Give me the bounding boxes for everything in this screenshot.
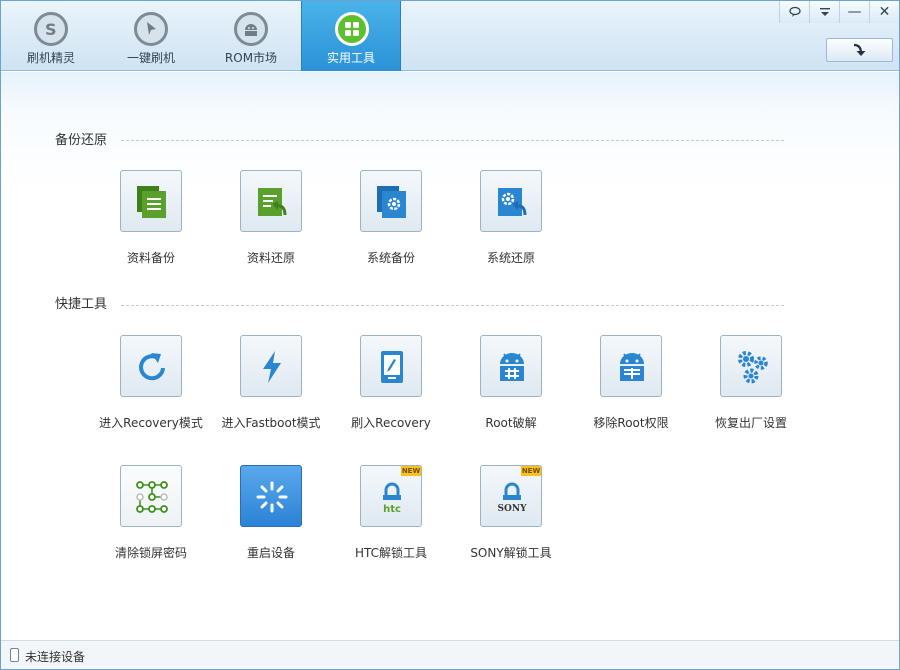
- return-arrow-icon: [853, 43, 865, 56]
- app-window: S 刷机精灵 一键刷机 ROM市场 实用工具 — ✕ 备份还原 资料备份 资料还…: [0, 0, 900, 670]
- tool-label: 清除锁屏密码: [114, 546, 187, 560]
- menu-button[interactable]: [809, 1, 839, 23]
- tool-system-backup[interactable]: 系统备份: [331, 170, 451, 266]
- tool-label: 进入Recovery模式: [99, 416, 203, 430]
- minimize-button[interactable]: —: [839, 1, 869, 23]
- top-navigation-bar: S 刷机精灵 一键刷机 ROM市场 实用工具 — ✕: [1, 1, 899, 71]
- section-divider: [121, 305, 784, 306]
- tool-icon-box: [360, 170, 422, 232]
- tool-label: 刷入Recovery: [351, 416, 431, 430]
- tool-label: 系统备份: [366, 251, 415, 265]
- tool-factory-reset[interactable]: 恢复出厂设置: [691, 335, 811, 431]
- tool-htc-unlock[interactable]: NEW htc HTC解锁工具: [331, 465, 451, 561]
- connection-status: 未连接设备: [25, 650, 86, 664]
- tool-root[interactable]: Root破解: [451, 335, 571, 431]
- tool-icon-box: [480, 335, 542, 397]
- cursor-icon: [134, 12, 168, 46]
- tab-utility-tools[interactable]: 实用工具: [301, 1, 401, 71]
- sony-lock-icon: SONY: [498, 482, 528, 514]
- sony-logo: SONY: [498, 504, 528, 514]
- gears-icon: [738, 351, 768, 384]
- tool-label: SONY解锁工具: [470, 546, 552, 560]
- tool-icon-box: NEW SONY: [480, 465, 542, 527]
- section-divider: [121, 140, 784, 141]
- android-root-icon: [500, 353, 524, 381]
- htc-logo: htc: [383, 504, 401, 515]
- android-icon: [234, 12, 268, 46]
- svg-text:S: S: [45, 20, 57, 39]
- tool-icon-box: [480, 170, 542, 232]
- loading-icon: [256, 481, 288, 513]
- feedback-button[interactable]: [779, 1, 809, 23]
- tool-enter-fastboot[interactable]: 进入Fastboot模式: [211, 335, 331, 431]
- tool-label: 系统还原: [486, 251, 535, 265]
- tab-one-click-flash[interactable]: 一键刷机: [101, 1, 201, 71]
- tool-icon-box: [120, 170, 182, 232]
- main-content: 备份还原 资料备份 资料还原 系统备份 系统还原 快捷工具 进入Recovery…: [1, 72, 899, 640]
- tab-flash-wizard[interactable]: S 刷机精灵: [1, 1, 101, 71]
- tool-label: Root破解: [485, 416, 537, 430]
- tool-remove-root[interactable]: 移除Root权限: [571, 335, 691, 431]
- tab-label: 一键刷机: [126, 51, 175, 65]
- data-restore-icon: [258, 188, 287, 216]
- tool-enter-recovery[interactable]: 进入Recovery模式: [91, 335, 211, 431]
- tool-label: 恢复出厂设置: [714, 416, 787, 430]
- tab-label: 刷机精灵: [26, 51, 75, 65]
- data-backup-icon: [137, 186, 166, 218]
- tool-icon-box: [360, 335, 422, 397]
- shield-s-icon: S: [34, 12, 68, 46]
- tool-icon-box: NEW htc: [360, 465, 422, 527]
- section-title-quick-tools: 快捷工具: [55, 297, 108, 312]
- status-bar: 未连接设备: [1, 640, 899, 669]
- tool-label: 进入Fastboot模式: [221, 416, 321, 430]
- system-restore-icon: [498, 188, 527, 216]
- tool-reboot-device[interactable]: 重启设备: [211, 465, 331, 561]
- tool-flash-recovery[interactable]: 刷入Recovery: [331, 335, 451, 431]
- flash-phone-icon: [381, 351, 403, 383]
- tool-label: 资料备份: [126, 251, 175, 265]
- section-title-backup-restore: 备份还原: [55, 133, 108, 148]
- new-badge: NEW: [401, 466, 421, 476]
- tab-label: ROM市场: [224, 51, 278, 65]
- tool-data-backup[interactable]: 资料备份: [91, 170, 211, 266]
- refresh-icon: [139, 353, 165, 381]
- tool-icon-box: [120, 465, 182, 527]
- tab-label: 实用工具: [326, 51, 375, 65]
- htc-lock-icon: htc: [383, 482, 401, 515]
- tool-label: 资料还原: [246, 251, 295, 265]
- tool-data-restore[interactable]: 资料还原: [211, 170, 331, 266]
- tool-icon-box: [240, 465, 302, 527]
- tool-icon-box: [720, 335, 782, 397]
- new-badge: NEW: [521, 466, 541, 476]
- phone-icon: [10, 648, 19, 662]
- feedback-icon: [788, 6, 801, 17]
- tool-icon-box: [240, 170, 302, 232]
- tool-sony-unlock[interactable]: NEW SONY SONY解锁工具: [451, 465, 571, 561]
- tool-label: 移除Root权限: [593, 416, 669, 430]
- close-button[interactable]: ✕: [869, 1, 899, 23]
- window-controls: — ✕: [779, 1, 899, 23]
- tab-rom-market[interactable]: ROM市场: [201, 1, 301, 71]
- tool-icon-box: [120, 335, 182, 397]
- pattern-lock-icon: [136, 481, 168, 513]
- tool-icon-box: [600, 335, 662, 397]
- tool-clear-lock-password[interactable]: 清除锁屏密码: [91, 465, 211, 561]
- tool-system-restore[interactable]: 系统还原: [451, 170, 571, 266]
- lightning-icon: [263, 351, 281, 383]
- android-unroot-icon: [620, 353, 644, 381]
- menu-icon: [819, 8, 830, 16]
- return-button[interactable]: [826, 38, 893, 62]
- tool-label: 重启设备: [246, 546, 295, 560]
- grid-icon: [335, 12, 369, 46]
- tool-icon-box: [240, 335, 302, 397]
- system-backup-icon: [377, 186, 406, 218]
- tool-label: HTC解锁工具: [354, 546, 428, 560]
